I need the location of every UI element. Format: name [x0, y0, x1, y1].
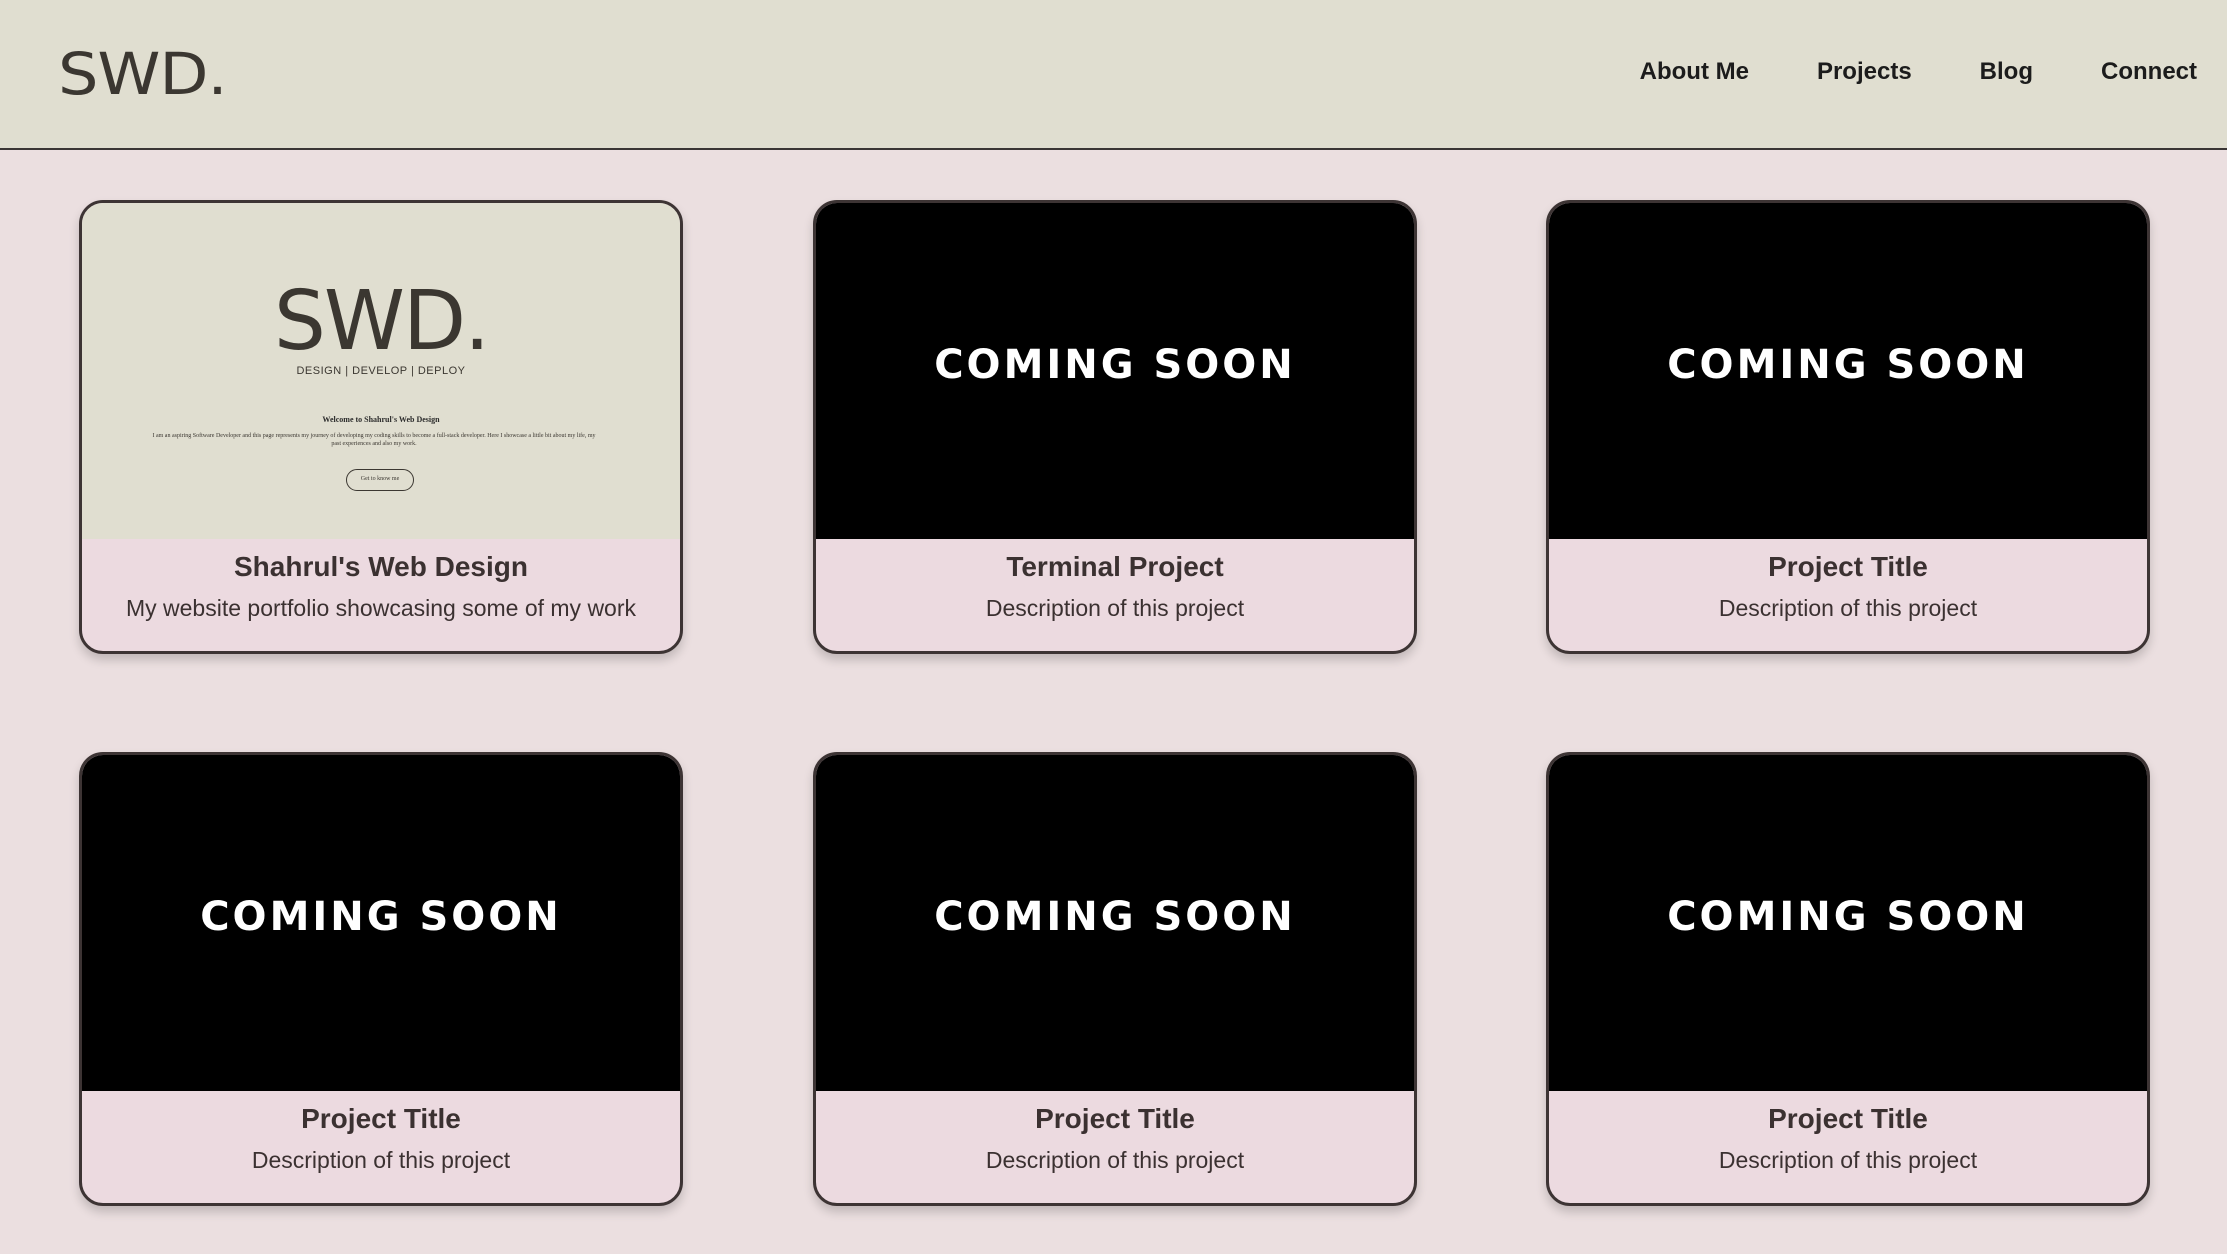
projects-grid: SWD. DESIGN | DEVELOP | DEPLOY Welcome t…: [0, 0, 2227, 1254]
project-info: Project Title Description of this projec…: [82, 1091, 680, 1203]
project-title: Project Title: [1035, 1103, 1195, 1134]
project-description: Description of this project: [1718, 595, 1978, 621]
project-thumbnail-preview: SWD. DESIGN | DEVELOP | DEPLOY Welcome t…: [82, 203, 680, 539]
project-info: Project Title Description of this projec…: [1549, 539, 2147, 651]
project-title: Project Title: [1768, 551, 1928, 582]
preview-tagline: DESIGN | DEVELOP | DEPLOY: [296, 365, 466, 377]
project-info: Shahrul's Web Design My website portfoli…: [82, 539, 680, 651]
coming-soon-label: COMING SOON: [1667, 342, 2029, 388]
project-thumbnail: COMING SOON: [1549, 203, 2147, 539]
project-description: Description of this project: [985, 595, 1245, 621]
project-title: Shahrul's Web Design: [234, 551, 528, 582]
project-card[interactable]: COMING SOON Project Title Description of…: [79, 752, 683, 1206]
project-thumbnail: COMING SOON: [82, 755, 680, 1091]
project-thumbnail: COMING SOON: [1549, 755, 2147, 1091]
project-card[interactable]: COMING SOON Project Title Description of…: [1546, 752, 2150, 1206]
project-description: Description of this project: [1718, 1147, 1978, 1173]
preview-cta-button: Get to know me: [346, 469, 414, 491]
coming-soon-label: COMING SOON: [200, 894, 562, 940]
project-card[interactable]: SWD. DESIGN | DEVELOP | DEPLOY Welcome t…: [79, 200, 683, 654]
preview-logo: SWD.: [273, 274, 490, 369]
coming-soon-label: COMING SOON: [934, 894, 1296, 940]
project-description: Description of this project: [251, 1147, 511, 1173]
project-description: My website portfolio showcasing some of …: [125, 595, 637, 621]
project-info: Project Title Description of this projec…: [1549, 1091, 2147, 1203]
project-card[interactable]: COMING SOON Project Title Description of…: [1546, 200, 2150, 654]
project-card[interactable]: COMING SOON Terminal Project Description…: [813, 200, 1417, 654]
project-info: Project Title Description of this projec…: [816, 1091, 1414, 1203]
project-info: Terminal Project Description of this pro…: [816, 539, 1414, 651]
project-thumbnail: COMING SOON: [816, 755, 1414, 1091]
project-thumbnail: COMING SOON: [816, 203, 1414, 539]
coming-soon-label: COMING SOON: [1667, 894, 2029, 940]
preview-intro-text: I am an aspiring Software Developer and …: [152, 433, 596, 448]
preview-welcome-heading: Welcome to Shahrul's Web Design: [322, 415, 440, 424]
project-description: Description of this project: [985, 1147, 1245, 1173]
project-title: Project Title: [1768, 1103, 1928, 1134]
project-title: Project Title: [301, 1103, 461, 1134]
coming-soon-label: COMING SOON: [934, 342, 1296, 388]
project-title: Terminal Project: [1006, 551, 1224, 582]
project-card[interactable]: COMING SOON Project Title Description of…: [813, 752, 1417, 1206]
